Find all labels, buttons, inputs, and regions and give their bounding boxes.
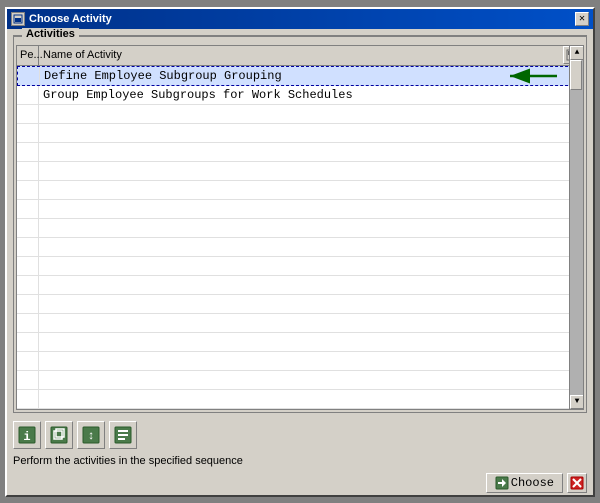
cell-pe	[17, 371, 39, 389]
cell-pe	[17, 314, 39, 332]
dialog-window: Choose Activity ✕ Activities Pe... Name …	[5, 7, 595, 497]
table-row[interactable]	[17, 162, 583, 181]
cell-pe	[17, 238, 39, 256]
table-row[interactable]	[17, 200, 583, 219]
window-icon	[11, 12, 25, 26]
cell-name	[39, 113, 583, 115]
svg-text:i: i	[23, 430, 30, 444]
cell-pe	[17, 257, 39, 275]
cell-name	[39, 227, 583, 229]
title-bar: Choose Activity ✕	[7, 9, 593, 29]
cell-pe	[17, 276, 39, 294]
cell-pe	[17, 124, 39, 142]
cell-name	[39, 360, 583, 362]
scroll-down-button[interactable]: ▼	[570, 395, 583, 409]
activities-group: Activities Pe... Name of Activity	[13, 35, 587, 413]
table-row[interactable]	[17, 276, 583, 295]
choose-button[interactable]: Choose	[486, 473, 563, 493]
cell-pe	[17, 143, 39, 161]
cell-name	[39, 284, 583, 286]
table-row[interactable]	[17, 295, 583, 314]
info-button[interactable]: i	[13, 421, 41, 449]
cell-pe	[17, 86, 39, 104]
table-row[interactable]	[17, 143, 583, 162]
table-rows: Define Employee Subgroup Grouping Group E…	[17, 66, 583, 409]
cell-name	[39, 398, 583, 400]
cell-name	[39, 189, 583, 191]
title-bar-left: Choose Activity	[11, 12, 112, 26]
table-row[interactable]	[17, 238, 583, 257]
vertical-scrollbar[interactable]: ▲ ▼	[569, 66, 583, 409]
col-header-pe: Pe...	[17, 46, 39, 65]
table-row[interactable]	[17, 390, 583, 409]
table-body-area: Define Employee Subgroup Grouping Group E…	[17, 66, 583, 409]
copy-button[interactable]	[45, 421, 73, 449]
cell-pe	[17, 219, 39, 237]
scroll-thumb[interactable]	[570, 66, 582, 90]
cell-name	[39, 341, 583, 343]
cell-name: Group Employee Subgroups for Work Schedu…	[39, 87, 583, 103]
choose-label: Choose	[511, 476, 554, 490]
cell-name	[39, 170, 583, 172]
svg-text:↕: ↕	[87, 429, 94, 443]
cell-pe	[17, 200, 39, 218]
action-buttons: Choose	[486, 473, 587, 493]
choose-icon	[495, 476, 509, 490]
table-row[interactable]	[17, 124, 583, 143]
cell-name	[39, 208, 583, 210]
cell-pe	[18, 67, 40, 85]
cell-name: Define Employee Subgroup Grouping	[40, 68, 582, 84]
cell-name	[39, 246, 583, 248]
cell-name	[39, 151, 583, 153]
table-header: Pe... Name of Activity	[17, 46, 583, 66]
cell-name	[39, 303, 583, 305]
close-button[interactable]: ✕	[575, 12, 589, 26]
group-label: Activities	[22, 28, 79, 40]
table-row[interactable]	[17, 181, 583, 200]
dialog-body: Activities Pe... Name of Activity	[7, 29, 593, 495]
table-row[interactable]	[17, 257, 583, 276]
bottom-action-bar: Choose	[13, 469, 587, 495]
cell-name	[39, 265, 583, 267]
scroll-track[interactable]	[570, 66, 583, 395]
table-row[interactable]	[17, 333, 583, 352]
cell-pe	[17, 105, 39, 123]
bottom-toolbar: i ↕	[13, 417, 587, 453]
cell-name	[39, 379, 583, 381]
table-row[interactable]	[17, 352, 583, 371]
notes-button[interactable]	[109, 421, 137, 449]
table-row[interactable]	[17, 219, 583, 238]
cell-pe	[17, 295, 39, 313]
cell-pe	[17, 162, 39, 180]
table-row[interactable]	[17, 371, 583, 390]
window-title: Choose Activity	[29, 13, 112, 25]
cancel-button[interactable]	[567, 473, 587, 493]
cell-pe	[17, 181, 39, 199]
cell-name	[39, 132, 583, 134]
activity-table: Pe... Name of Activity Define Employee S…	[16, 45, 584, 410]
table-row[interactable]	[17, 105, 583, 124]
table-row[interactable]: Define Employee Subgroup Grouping	[17, 66, 583, 86]
col-header-name: Name of Activity	[39, 47, 563, 63]
cell-pe	[17, 352, 39, 370]
status-text: Perform the activities in the specified …	[13, 453, 587, 469]
expand-button[interactable]: ↕	[77, 421, 105, 449]
cell-pe	[17, 333, 39, 351]
table-row[interactable]	[17, 314, 583, 333]
table-row[interactable]: Group Employee Subgroups for Work Schedu…	[17, 86, 583, 105]
cell-pe	[17, 390, 39, 408]
cell-name	[39, 322, 583, 324]
